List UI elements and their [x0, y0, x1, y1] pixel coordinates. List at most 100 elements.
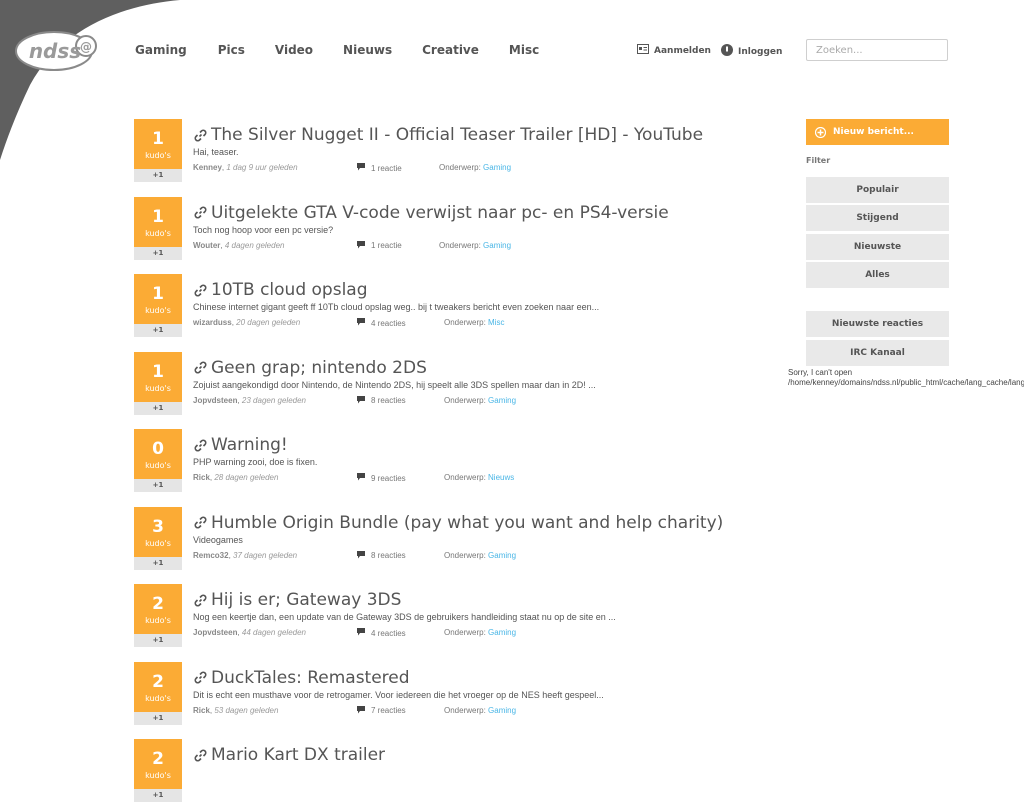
reactions-link[interactable]: 1 reactie	[357, 240, 402, 251]
reactions-link[interactable]: 8 reacties	[357, 395, 406, 406]
nav-nieuws[interactable]: Nieuws	[343, 43, 392, 57]
upvote-button[interactable]: +1	[134, 711, 182, 725]
topic-label: Onderwerp:	[444, 318, 486, 327]
post-author[interactable]: wizarduss	[193, 318, 232, 327]
topic-category[interactable]: Gaming	[488, 628, 516, 637]
post-title-link[interactable]: DuckTales: Remastered	[194, 668, 410, 688]
reactions-link[interactable]: 4 reacties	[357, 628, 406, 638]
post-title-link[interactable]: Geen grap; nintendo 2DS	[194, 358, 427, 378]
comment-icon	[357, 628, 365, 638]
filter-populair[interactable]: Populair	[806, 177, 949, 203]
post-title-link[interactable]: 10TB cloud opslag	[194, 280, 368, 300]
topic-category[interactable]: Gaming	[488, 396, 516, 405]
post-item: 2 kudo's +1 Mario Kart DX trailer	[134, 739, 694, 802]
topic-label: Onderwerp:	[444, 395, 486, 405]
reactions-link[interactable]: 4 reacties	[357, 318, 406, 328]
topic-category[interactable]: Nieuws	[488, 473, 514, 482]
reactions-link[interactable]: 7 reacties	[357, 705, 406, 716]
post-excerpt: Dit is echt een musthave voor de retroga…	[193, 689, 604, 700]
nav-pics[interactable]: Pics	[218, 43, 245, 57]
link-icon	[194, 671, 207, 684]
upvote-button[interactable]: +1	[134, 556, 182, 570]
post-meta: Jopvdsteen, 23 dagen geleden	[193, 395, 306, 405]
kudos-label: kudo's	[145, 538, 171, 548]
filter-alles[interactable]: Alles	[806, 262, 949, 288]
post-topic: Onderwerp: Gaming	[444, 396, 516, 405]
post-meta: Remco32, 37 dagen geleden	[193, 550, 298, 560]
reactions-count: 7 reacties	[371, 706, 406, 715]
post-title-link[interactable]: Mario Kart DX trailer	[194, 745, 385, 765]
post-author[interactable]: Jopvdsteen	[193, 396, 237, 405]
post-topic: Onderwerp: Gaming	[444, 706, 516, 715]
post-author[interactable]: Rick	[193, 706, 210, 715]
new-post-button[interactable]: Nieuw bericht...	[806, 119, 949, 145]
reactions-link[interactable]: 8 reacties	[357, 550, 406, 561]
post-author[interactable]: Remco32	[193, 551, 229, 560]
nav-gaming[interactable]: Gaming	[135, 43, 187, 57]
nav-misc[interactable]: Misc	[509, 43, 539, 57]
comment-icon	[357, 705, 365, 716]
post-title: Mario Kart DX trailer	[211, 745, 386, 765]
kudos-box: 1 kudo's	[134, 274, 182, 324]
post-title: Warning!	[211, 435, 288, 455]
error-message: Sorry, I can't open /home/kenney/domains…	[788, 368, 1024, 387]
filter-stijgend[interactable]: Stijgend	[806, 205, 949, 231]
post-title: Geen grap; nintendo 2DS	[211, 357, 427, 378]
comment-icon	[357, 395, 365, 406]
search-input[interactable]	[806, 39, 948, 61]
topic-label: Onderwerp:	[444, 705, 486, 715]
post-time: 20 dagen geleden	[236, 318, 301, 327]
link-icon	[194, 516, 207, 529]
upvote-button[interactable]: +1	[134, 634, 182, 647]
reactions-link[interactable]: 9 reacties	[357, 473, 406, 483]
upvote-button[interactable]: +1	[134, 324, 182, 337]
post-topic: Onderwerp: Gaming	[439, 241, 511, 250]
topic-category[interactable]: Misc	[488, 318, 504, 327]
post-time: 23 dagen geleden	[241, 395, 306, 405]
link-icon	[194, 749, 207, 762]
nav-video[interactable]: Video	[275, 43, 313, 57]
post-title-link[interactable]: The Silver Nugget II - Official Teaser T…	[194, 125, 703, 145]
filter-nieuwste[interactable]: Nieuwste	[806, 234, 949, 260]
topic-category[interactable]: Gaming	[483, 163, 511, 172]
upvote-button[interactable]: +1	[134, 789, 182, 802]
register-label: Aanmelden	[654, 45, 711, 56]
post-excerpt: Hai, teaser.	[193, 147, 239, 157]
post-author[interactable]: Rick	[193, 473, 210, 482]
register-link[interactable]: Aanmelden	[637, 44, 711, 57]
upvote-button[interactable]: +1	[134, 246, 182, 260]
topic-label: Onderwerp:	[439, 163, 481, 172]
kudos-count: 1	[152, 361, 164, 382]
kudos-box: 1 kudo's	[134, 119, 182, 169]
upvote-button[interactable]: +1	[134, 479, 182, 492]
upvote-button[interactable]: +1	[134, 401, 182, 415]
topic-category[interactable]: Gaming	[488, 706, 516, 715]
post-meta: Rick, 28 dagen geleden	[193, 473, 279, 482]
post-title-link[interactable]: Humble Origin Bundle (pay what you want …	[194, 513, 723, 533]
upvote-button[interactable]: +1	[134, 169, 182, 182]
post-title: Humble Origin Bundle (pay what you want …	[211, 512, 724, 533]
post-author[interactable]: Wouter	[193, 241, 220, 250]
post-author[interactable]: Kenney	[193, 163, 222, 172]
post-title-link[interactable]: Uitgelekte GTA V-code verwijst naar pc- …	[194, 203, 669, 223]
post-item: 1 kudo's +1 Uitgelekte GTA V-code verwijst …	[134, 196, 694, 260]
post-excerpt: Videogames	[193, 534, 243, 545]
comment-icon	[357, 473, 365, 483]
irc-channel-button[interactable]: IRC Kanaal	[806, 340, 949, 366]
site-logo[interactable]: ndss @	[14, 26, 100, 74]
post-title-link[interactable]: Hij is er; Gateway 3DS	[194, 590, 401, 610]
kudos-count: 2	[152, 671, 164, 692]
topic-category[interactable]: Gaming	[488, 551, 516, 560]
post-title-link[interactable]: Warning!	[194, 435, 288, 455]
login-link[interactable]: Inloggen	[721, 44, 782, 59]
nav-creative[interactable]: Creative	[422, 43, 479, 57]
post-topic: Onderwerp: Gaming	[444, 551, 516, 560]
latest-reactions-button[interactable]: Nieuwste reacties	[806, 311, 949, 337]
reactions-link[interactable]: 1 reactie	[357, 163, 402, 173]
topic-category[interactable]: Gaming	[483, 241, 511, 250]
post-author[interactable]: Jopvdsteen	[193, 628, 237, 637]
plus-icon	[815, 126, 826, 138]
post-item: 1 kudo's +1 Geen grap; nintendo 2DS Zojuist …	[134, 351, 694, 415]
register-icon	[637, 44, 649, 57]
logo-at-icon: @	[80, 40, 92, 54]
